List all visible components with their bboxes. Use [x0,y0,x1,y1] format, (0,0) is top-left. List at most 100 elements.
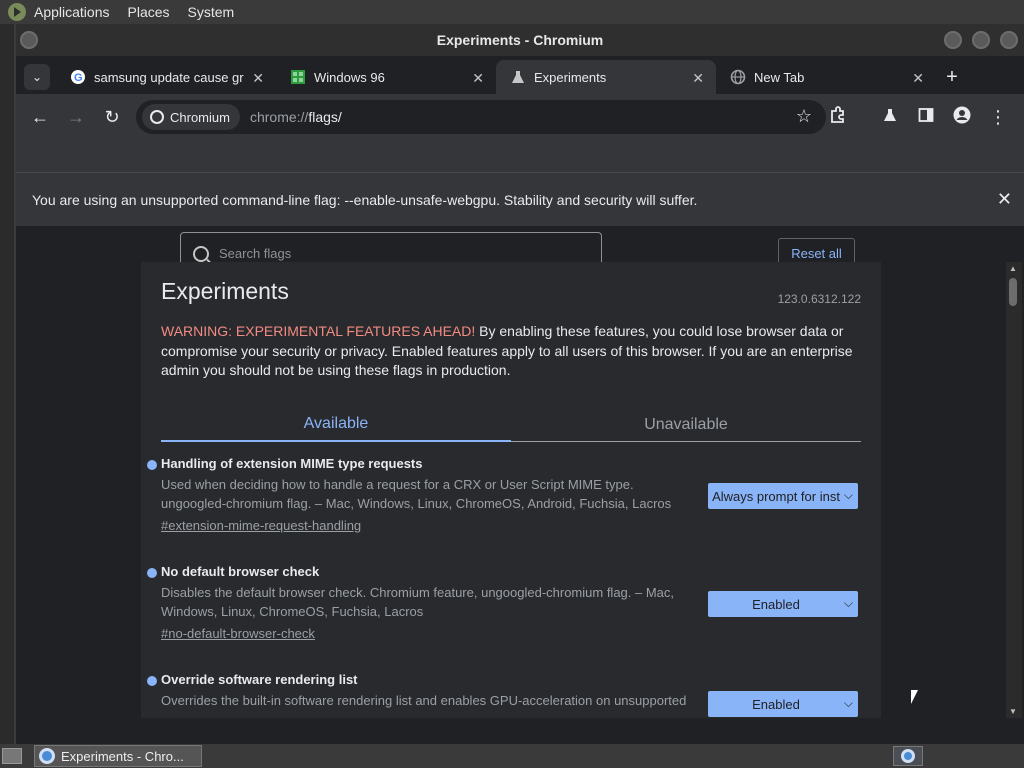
svg-text:G: G [74,72,83,84]
forward-button[interactable]: → [60,101,92,133]
flag-select[interactable]: Enabled ⌵ [708,691,858,717]
infobar-message: You are using an unsupported command-lin… [32,191,698,208]
page-title: Experiments [161,278,289,304]
star-icon[interactable]: ☆ [796,106,812,127]
flag-description: Used when deciding how to handle a reque… [161,477,672,511]
version-label: 123.0.6312.122 [777,292,861,306]
arrow-left-icon: ← [31,106,49,127]
new-tab-button[interactable]: + [936,60,968,94]
menu-button[interactable]: ⋮ [982,101,1014,133]
close-window-button[interactable] [1000,31,1018,49]
modified-indicator [147,568,157,578]
tab-samsung[interactable]: G samsung update cause gr ✕ [56,60,276,94]
puzzle-icon [829,105,847,129]
flask-icon [510,69,526,85]
modified-indicator [147,460,157,470]
show-desktop-button[interactable] [2,748,22,764]
close-icon[interactable]: ✕ [472,70,484,87]
bookmark-bar [16,140,1024,172]
modified-indicator [147,676,157,686]
scrollbar-thumb[interactable] [1009,278,1017,306]
tab-windows96[interactable]: Windows 96 ✕ [276,60,496,94]
flag-select-value: Enabled [752,696,800,712]
plus-icon: + [946,65,958,88]
tab-search-button[interactable]: ⌄ [24,64,50,90]
google-icon: G [70,69,86,85]
menu-system[interactable]: System [188,4,235,20]
page-scrollbar[interactable]: ▲ ▼ [1006,262,1022,718]
close-icon[interactable]: ✕ [692,70,704,87]
chevron-down-icon: ⌵ [843,596,853,610]
url-path: flags/ [308,109,342,125]
close-icon[interactable]: ✕ [997,189,1012,210]
search-icon [193,245,209,262]
chromium-icon [901,749,915,763]
flag-name: No default browser check [161,564,320,579]
availability-tabs: Available Unavailable [161,408,861,442]
side-panel-icon [918,107,934,128]
flag-select[interactable]: Always prompt for inst ⌵ [708,483,858,509]
avatar-icon [953,106,971,129]
window-menu-button[interactable] [20,31,38,49]
taskbar-window-button[interactable]: Experiments - Chro... [34,745,202,767]
close-icon[interactable]: ✕ [912,70,924,87]
chevron-down-icon: ⌄ [31,70,43,84]
labs-button[interactable] [874,101,906,133]
taskbar: Experiments - Chro... [0,744,1024,768]
flag-select-value: Always prompt for inst [712,488,840,504]
tray-chromium-button[interactable] [893,746,923,766]
url-scheme: chrome:// [249,109,309,125]
back-button[interactable]: ← [24,101,56,133]
flag-name: Handling of extension MIME type requests [161,456,423,471]
flag-description: Disables the default browser check. Chro… [161,585,675,619]
window-titlebar[interactable]: Experiments - Chromium [16,24,1024,56]
system-panel: Applications Places System [0,0,1024,24]
scroll-down-icon[interactable]: ▼ [1009,707,1017,716]
flag-name: Override software rendering list [161,672,358,687]
minimize-button[interactable] [944,31,962,49]
flag-link[interactable]: #extension-mime-request-handling [161,518,361,533]
tab-title: samsung update cause gr [94,69,244,85]
close-icon[interactable]: ✕ [252,70,264,87]
url-text[interactable]: chrome://flags/ [250,109,342,125]
chromium-icon [39,748,55,764]
side-panel-button[interactable] [910,101,942,133]
chip-label: Chromium [170,109,230,125]
reload-button[interactable]: ↻ [96,101,128,133]
maximize-button[interactable] [972,31,990,49]
menu-applications[interactable]: Applications [34,4,110,20]
windows96-icon [290,69,306,85]
unsupported-flag-infobar: You are using an unsupported command-lin… [16,172,1024,226]
scroll-up-icon[interactable]: ▲ [1009,264,1017,273]
flask-icon [882,107,898,128]
experiments-card: Experiments 123.0.6312.122 WARNING: EXPE… [141,262,881,718]
distro-logo-icon[interactable] [8,3,26,21]
site-info-chip[interactable]: Chromium [142,104,240,130]
chevron-down-icon: ⌵ [843,696,853,710]
reload-icon: ↻ [104,106,120,127]
flag-select-value: Enabled [752,596,800,612]
extensions-button[interactable] [822,101,854,133]
tab-available[interactable]: Available [161,408,511,442]
chromium-icon [150,110,164,124]
search-input[interactable] [219,246,579,261]
flags-content: Experiments 123.0.6312.122 WARNING: EXPE… [16,262,1024,718]
tab-title: Experiments [534,69,607,85]
tab-new-tab[interactable]: New Tab ✕ [716,60,936,94]
kebab-menu-icon: ⋮ [989,106,1007,127]
address-bar[interactable]: Chromium chrome://flags/ ☆ [136,100,826,134]
browser-toolbar: ← → ↻ Chromium chrome://flags/ ☆ ⋮ [16,94,1024,140]
flag-description: Overrides the built-in software renderin… [161,693,687,708]
flag-select[interactable]: Enabled ⌵ [708,591,858,617]
arrow-right-icon: → [67,106,85,127]
chevron-down-icon: ⌵ [843,488,853,502]
menu-places[interactable]: Places [128,4,170,20]
globe-icon [730,69,746,85]
tab-experiments[interactable]: Experiments ✕ [496,60,716,94]
flag-link[interactable]: #no-default-browser-check [161,626,315,641]
taskbar-window-label: Experiments - Chro... [61,748,184,764]
profile-button[interactable] [946,101,978,133]
window-title: Experiments - Chromium [436,32,604,48]
tab-unavailable[interactable]: Unavailable [511,408,861,442]
warning-prefix: WARNING: EXPERIMENTAL FEATURES AHEAD! [161,323,476,339]
